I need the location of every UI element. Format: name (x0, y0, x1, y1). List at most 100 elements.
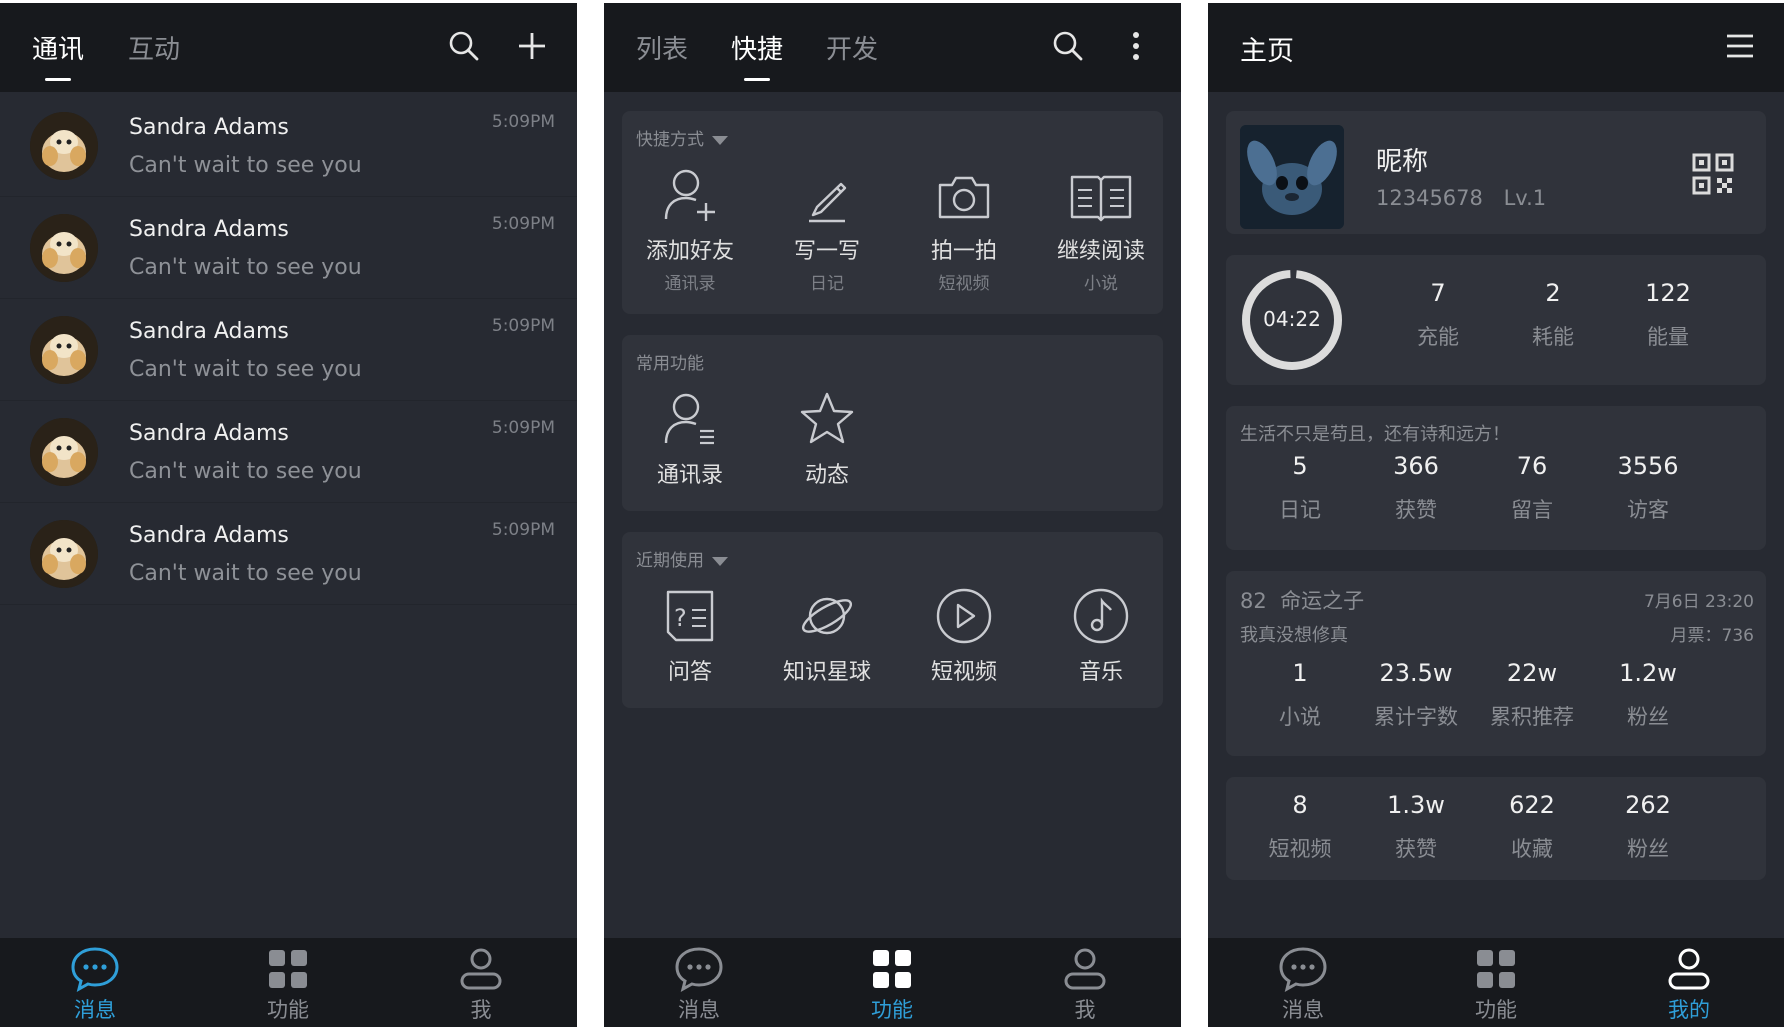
shortcut-write[interactable]: 写一写 日记 (759, 165, 895, 294)
bottom-navigation: 消息 功能 我 (604, 938, 1181, 1027)
shortcut-shoot[interactable]: 拍一拍 短视频 (896, 165, 1032, 294)
energy-stat[interactable]: 122 能量 (1608, 279, 1728, 351)
profile-screen: 主页 昵称 12345678 Lv.1 04:22 7 充能 2 耗能 122 能量 生活… (1208, 3, 1784, 1027)
avatar[interactable] (30, 214, 98, 282)
nav-messages[interactable]: 消息 (35, 938, 155, 1027)
energy-stat[interactable]: 2 耗能 (1493, 279, 1613, 351)
common-label: 通讯录 (656, 463, 723, 488)
message-time: 5:09PM (491, 316, 555, 336)
nav-me[interactable]: 我 (421, 938, 541, 1027)
novel-card: 82 命运之子 7月6日 23:20 我真没想修真 月票：736 1 小说 23.5… (1226, 571, 1766, 756)
more-vertical-icon[interactable] (1119, 29, 1153, 63)
page-title: 主页 (1240, 36, 1294, 67)
common-moments[interactable]: 动态 (759, 389, 895, 489)
caret-down-icon (712, 556, 728, 566)
recent-planet[interactable]: 知识星球 (759, 586, 895, 686)
nav-messages[interactable]: 消息 (1243, 938, 1363, 1027)
contact-name: Sandra Adams (129, 523, 289, 548)
stat-label: 小说 (1279, 705, 1321, 729)
video-stat[interactable]: 622 收藏 (1472, 791, 1592, 863)
recent-short-video[interactable]: 短视频 (896, 586, 1032, 686)
shortcut-add-friend[interactable]: 添加好友 通讯录 (622, 165, 758, 294)
star-icon (800, 392, 854, 444)
menu-icon[interactable] (1723, 29, 1757, 63)
common-contacts[interactable]: 通讯录 (622, 389, 758, 489)
search-icon[interactable] (1051, 29, 1085, 63)
profile-avatar[interactable] (1240, 125, 1344, 229)
grid-icon (269, 950, 307, 988)
recent-music[interactable]: 音乐 (1033, 586, 1169, 686)
qa-icon: ? (666, 590, 714, 642)
profile-card[interactable]: 昵称 12345678 Lv.1 (1226, 111, 1766, 234)
stat-value: 23.5w (1379, 659, 1453, 687)
tab-interactions[interactable]: 互动 (128, 29, 180, 66)
avatar[interactable] (30, 520, 98, 588)
tab-messages[interactable]: 通讯 (32, 29, 84, 81)
stat-label: 短视频 (1268, 837, 1332, 861)
nav-messages[interactable]: 消息 (639, 938, 759, 1027)
nav-functions[interactable]: 功能 (228, 938, 348, 1027)
diary-stat[interactable]: 366 获赞 (1356, 452, 1476, 524)
nav-functions-label: 功能 (1475, 998, 1517, 1022)
video-stat[interactable]: 8 短视频 (1240, 791, 1360, 863)
contact-name: Sandra Adams (129, 115, 289, 140)
energy-stat[interactable]: 7 充能 (1378, 279, 1498, 351)
book-icon (1070, 175, 1132, 222)
chat-row[interactable]: Sandra Adams Can't wait to see you 5:09PM (0, 196, 577, 299)
message-time: 5:09PM (491, 214, 555, 234)
diary-stat[interactable]: 3556 访客 (1588, 452, 1708, 524)
nav-functions[interactable]: 功能 (1436, 938, 1556, 1027)
stat-label: 粉丝 (1627, 705, 1669, 729)
tab-list[interactable]: 列表 (636, 29, 688, 66)
stat-label: 能量 (1647, 325, 1689, 349)
stat-value: 76 (1516, 452, 1548, 480)
chat-row[interactable]: Sandra Adams Can't wait to see you 5:09PM (0, 298, 577, 401)
nav-functions[interactable]: 功能 (832, 938, 952, 1027)
timer-text: 04:22 (1263, 307, 1321, 331)
stat-label: 累积推荐 (1490, 705, 1574, 729)
novel-date: 7月6日 23:20 (1643, 592, 1754, 612)
shortcut-sub: 日记 (810, 274, 844, 294)
recent-header[interactable]: 近期使用 (636, 546, 728, 571)
avatar-image-icon (30, 112, 98, 180)
stat-value: 22w (1506, 659, 1558, 687)
video-stat[interactable]: 262 粉丝 (1588, 791, 1708, 863)
message-time: 5:09PM (491, 520, 555, 540)
common-label: 动态 (804, 463, 849, 488)
chat-bubble-icon (675, 947, 723, 992)
novel-stat[interactable]: 1 小说 (1240, 659, 1360, 731)
avatar-image-icon (30, 520, 98, 588)
play-icon (936, 588, 992, 644)
video-stat[interactable]: 1.3w 获赞 (1356, 791, 1476, 863)
novel-stat[interactable]: 1.2w 粉丝 (1588, 659, 1708, 731)
tab-develop[interactable]: 开发 (826, 29, 878, 66)
chat-bubble-icon (1279, 947, 1327, 992)
novel-stat[interactable]: 23.5w 累计字数 (1356, 659, 1476, 731)
avatar[interactable] (30, 112, 98, 180)
novel-stat[interactable]: 22w 累积推荐 (1472, 659, 1592, 731)
avatar[interactable] (30, 418, 98, 486)
chat-row[interactable]: Sandra Adams Can't wait to see you 5:09PM (0, 502, 577, 605)
avatar[interactable] (30, 316, 98, 384)
chat-row[interactable]: Sandra Adams Can't wait to see you 5:09PM (0, 94, 577, 197)
shortcut-label: 继续阅读 (1056, 239, 1145, 264)
nav-mine[interactable]: 我的 (1629, 938, 1749, 1027)
qr-code-icon[interactable] (1692, 153, 1734, 195)
recent-qa[interactable]: ? 问答 (622, 586, 758, 686)
avatar-image-icon (30, 214, 98, 282)
nav-me[interactable]: 我 (1025, 938, 1145, 1027)
shortcuts-header[interactable]: 快捷方式 (636, 125, 728, 150)
top-bar: 列表 快捷 开发 (604, 3, 1181, 92)
shortcut-read[interactable]: 继续阅读 小说 (1033, 165, 1169, 294)
functions-screen: 列表 快捷 开发 快捷方式 添加好友 通讯录 写一写 日记 拍一拍 短视频 继续… (604, 3, 1181, 1027)
diary-stat[interactable]: 76 留言 (1472, 452, 1592, 524)
svg-text:?: ? (674, 604, 687, 632)
chat-row[interactable]: Sandra Adams Can't wait to see you 5:09PM (0, 400, 577, 503)
add-icon[interactable] (515, 29, 549, 63)
stat-label: 访客 (1627, 498, 1669, 522)
diary-stat[interactable]: 5 日记 (1240, 452, 1360, 524)
video-card: 8 短视频 1.3w 获赞 622 收藏 262 粉丝 (1226, 777, 1766, 880)
stat-label: 累计字数 (1374, 705, 1458, 729)
search-icon[interactable] (447, 29, 481, 63)
tab-shortcuts[interactable]: 快捷 (731, 29, 783, 81)
